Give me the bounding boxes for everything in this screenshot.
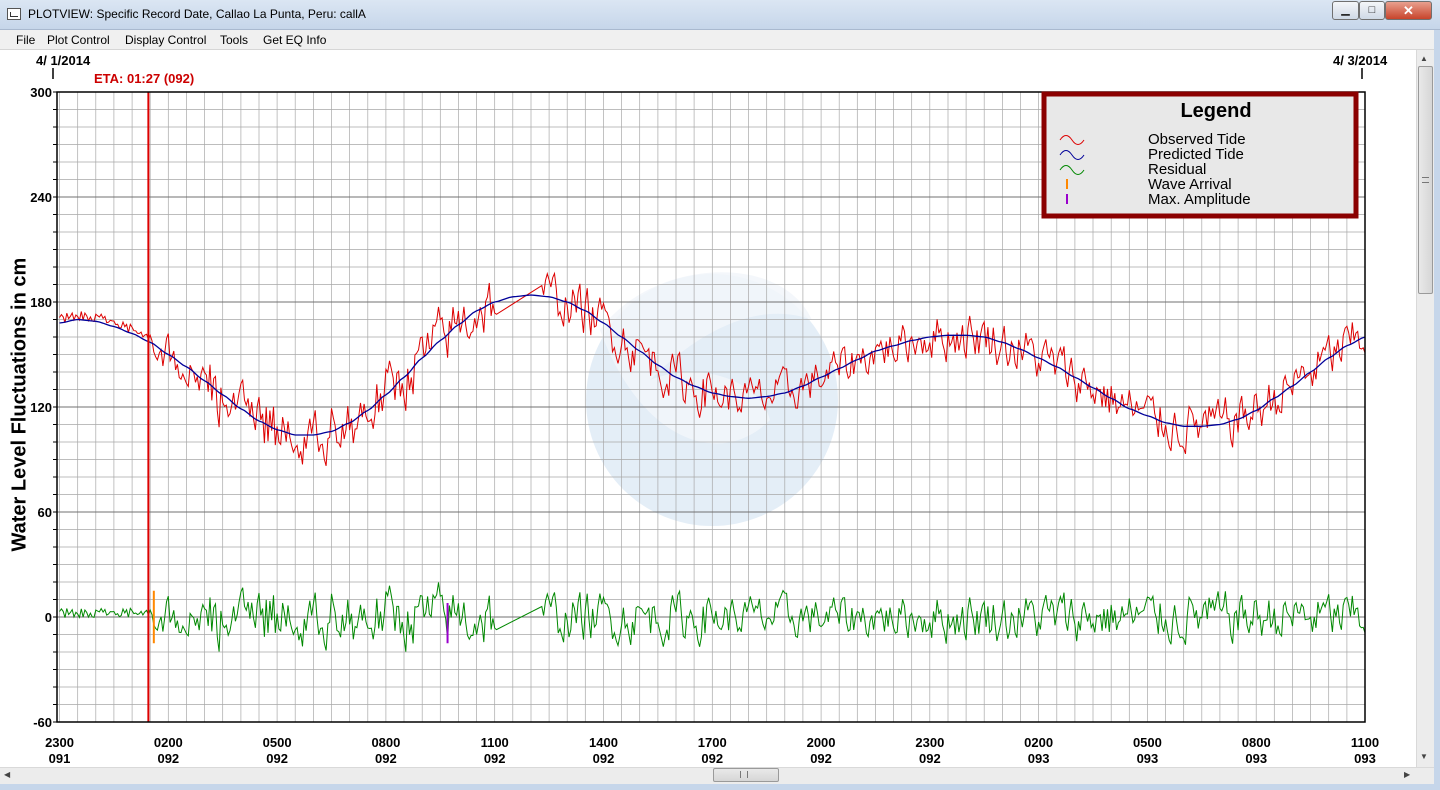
x-tick-day-label: 092 <box>484 751 506 766</box>
maximize-button[interactable]: □ <box>1359 1 1385 20</box>
x-tick-day-label: 092 <box>593 751 615 766</box>
x-tick-time-label: 1100 <box>481 735 509 750</box>
x-tick-day-label: 092 <box>266 751 288 766</box>
window-frame-right <box>1434 30 1440 790</box>
x-tick-time-label: 1400 <box>589 735 618 750</box>
menu-display-control[interactable]: Display Control <box>125 33 206 47</box>
menu-get-eq-info[interactable]: Get EQ Info <box>263 33 326 47</box>
close-button[interactable]: ✕ <box>1385 1 1432 20</box>
tide-chart: -600601201802403002300091020009205000920… <box>30 68 1379 766</box>
x-tick-time-label: 0200 <box>1024 735 1053 750</box>
x-tick-day-label: 092 <box>919 751 941 766</box>
x-tick-time-label: 0800 <box>1242 735 1271 750</box>
x-tick-time-label: 0500 <box>263 735 292 750</box>
menu-file[interactable]: File <box>16 33 35 47</box>
app-icon <box>7 8 21 20</box>
y-tick-label: 300 <box>30 85 52 100</box>
window-frame-bottom <box>0 784 1440 790</box>
scroll-left-arrow-icon[interactable]: ◀ <box>4 770 10 779</box>
x-tick-time-label: 0800 <box>371 735 400 750</box>
x-tick-time-label: 1100 <box>1351 735 1379 750</box>
x-tick-day-label: 093 <box>1028 751 1050 766</box>
x-tick-time-label: 0200 <box>154 735 183 750</box>
scroll-up-arrow-icon[interactable]: ▲ <box>1420 54 1428 63</box>
minimize-button[interactable]: ▁ <box>1332 1 1359 20</box>
horizontal-grip-icon <box>740 771 748 778</box>
x-tick-day-label: 093 <box>1245 751 1267 766</box>
menu-tools[interactable]: Tools <box>220 33 248 47</box>
y-tick-label: 180 <box>30 295 52 310</box>
scroll-down-arrow-icon[interactable]: ▼ <box>1420 752 1428 761</box>
window-title: PLOTVIEW: Specific Record Date, Callao L… <box>28 7 366 21</box>
menu-plot-control[interactable]: Plot Control <box>47 33 110 47</box>
legend-entry-label: Max. Amplitude <box>1148 191 1251 208</box>
x-tick-time-label: 2300 <box>915 735 944 750</box>
x-tick-day-label: 091 <box>49 751 71 766</box>
y-tick-label: -60 <box>33 715 52 730</box>
y-tick-label: 240 <box>30 190 52 205</box>
y-tick-label: 0 <box>45 610 52 625</box>
x-tick-day-label: 092 <box>375 751 397 766</box>
scroll-right-arrow-icon[interactable]: ▶ <box>1404 770 1410 779</box>
title-bar: PLOTVIEW: Specific Record Date, Callao L… <box>0 0 1440 30</box>
x-tick-day-label: 093 <box>1354 751 1376 766</box>
x-tick-day-label: 092 <box>810 751 832 766</box>
x-tick-day-label: 093 <box>1137 751 1159 766</box>
y-tick-label: 120 <box>30 400 52 415</box>
x-tick-time-label: 2000 <box>807 735 836 750</box>
x-tick-day-label: 092 <box>701 751 723 766</box>
x-tick-day-label: 092 <box>157 751 179 766</box>
menu-bar: File Plot Control Display Control Tools … <box>0 30 1440 50</box>
y-tick-label: 60 <box>38 505 52 520</box>
legend-title: Legend <box>1180 100 1251 122</box>
x-tick-time-label: 0500 <box>1133 735 1162 750</box>
x-tick-time-label: 2300 <box>45 735 74 750</box>
vertical-grip-icon <box>1422 177 1429 183</box>
x-tick-time-label: 1700 <box>698 735 727 750</box>
